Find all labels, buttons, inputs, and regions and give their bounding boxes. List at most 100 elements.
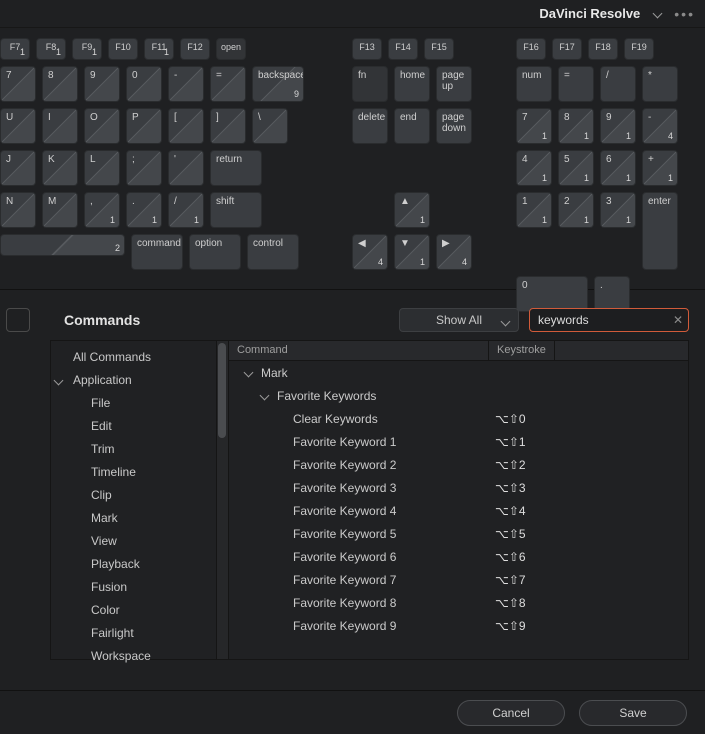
key--[interactable]: ▶4 <box>436 234 472 270</box>
filter-toggle-button[interactable] <box>6 308 30 332</box>
category-application[interactable]: Application <box>51 368 228 391</box>
command-row[interactable]: Favorite Keyword 4⌥⇧4 <box>229 499 688 522</box>
key-n[interactable]: N <box>0 192 36 228</box>
category-trim[interactable]: Trim <box>51 437 228 460</box>
command-row[interactable]: Favorite Keyword 5⌥⇧5 <box>229 522 688 545</box>
key--[interactable]: ,1 <box>84 192 120 228</box>
key-f7[interactable]: F71 <box>0 38 30 60</box>
key--[interactable]: = <box>210 66 246 102</box>
key-0[interactable]: 0 <box>516 276 588 312</box>
key-f19[interactable]: F19 <box>624 38 654 60</box>
key-delete[interactable]: delete <box>352 108 388 144</box>
scrollbar-track[interactable] <box>216 341 228 659</box>
key-9[interactable]: 9 <box>84 66 120 102</box>
key-f9[interactable]: F91 <box>72 38 102 60</box>
command-row[interactable]: Mark <box>229 361 688 384</box>
command-row[interactable]: Favorite Keyword 3⌥⇧3 <box>229 476 688 499</box>
key-f16[interactable]: F16 <box>516 38 546 60</box>
key--[interactable]: ▼1 <box>394 234 430 270</box>
key-backspace[interactable]: backspace9 <box>252 66 304 102</box>
save-button[interactable]: Save <box>579 700 687 726</box>
key-enter[interactable]: enter <box>642 192 678 270</box>
key-end[interactable]: end <box>394 108 430 144</box>
key--[interactable]: - <box>168 66 204 102</box>
key-5[interactable]: 51 <box>558 150 594 186</box>
key-f12[interactable]: F12 <box>180 38 210 60</box>
category-all-commands[interactable]: All Commands <box>51 345 228 368</box>
command-row[interactable]: Favorite Keyword 1⌥⇧1 <box>229 430 688 453</box>
category-dropdown[interactable]: Show All <box>399 308 519 332</box>
key-space[interactable]: 2 <box>0 234 125 256</box>
key-4[interactable]: 41 <box>516 150 552 186</box>
key-f14[interactable]: F14 <box>388 38 418 60</box>
category-color[interactable]: Color <box>51 598 228 621</box>
key-o[interactable]: O <box>84 108 120 144</box>
key--[interactable]: /1 <box>168 192 204 228</box>
key--[interactable]: = <box>558 66 594 102</box>
key--[interactable]: \ <box>252 108 288 144</box>
key-k[interactable]: K <box>42 150 78 186</box>
cancel-button[interactable]: Cancel <box>457 700 565 726</box>
key-page-down[interactable]: page down <box>436 108 472 144</box>
category-fusion[interactable]: Fusion <box>51 575 228 598</box>
command-row[interactable]: Favorite Keyword 7⌥⇧7 <box>229 568 688 591</box>
key--[interactable]: * <box>642 66 678 102</box>
key-open[interactable]: open <box>216 38 246 60</box>
command-row[interactable]: Favorite Keyword 9⌥⇧9 <box>229 614 688 637</box>
key-f18[interactable]: F18 <box>588 38 618 60</box>
key-j[interactable]: J <box>0 150 36 186</box>
key-home[interactable]: home <box>394 66 430 102</box>
key-8[interactable]: 8 <box>42 66 78 102</box>
key-6[interactable]: 61 <box>600 150 636 186</box>
key-fn[interactable]: fn <box>352 66 388 102</box>
search-input[interactable] <box>529 308 689 332</box>
column-keystroke[interactable]: Keystroke <box>489 341 555 360</box>
category-file[interactable]: File <box>51 391 228 414</box>
category-timeline[interactable]: Timeline <box>51 460 228 483</box>
category-clip[interactable]: Clip <box>51 483 228 506</box>
key--[interactable]: ◀4 <box>352 234 388 270</box>
key-0[interactable]: 0 <box>126 66 162 102</box>
key-l[interactable]: L <box>84 150 120 186</box>
command-row[interactable]: Favorite Keyword 8⌥⇧8 <box>229 591 688 614</box>
category-view[interactable]: View <box>51 529 228 552</box>
category-edit[interactable]: Edit <box>51 414 228 437</box>
key--[interactable]: ; <box>126 150 162 186</box>
key--[interactable]: .1 <box>126 192 162 228</box>
key-9[interactable]: 91 <box>600 108 636 144</box>
key-u[interactable]: U <box>0 108 36 144</box>
key-f13[interactable]: F13 <box>352 38 382 60</box>
key--[interactable]: ' <box>168 150 204 186</box>
category-workspace[interactable]: Workspace <box>51 644 228 667</box>
key-3[interactable]: 31 <box>600 192 636 228</box>
clear-search-icon[interactable]: ✕ <box>673 313 683 327</box>
key-i[interactable]: I <box>42 108 78 144</box>
command-row[interactable]: Favorite Keyword 2⌥⇧2 <box>229 453 688 476</box>
key-f17[interactable]: F17 <box>552 38 582 60</box>
key--[interactable]: ▲1 <box>394 192 430 228</box>
key-shift[interactable]: shift <box>210 192 262 228</box>
key-p[interactable]: P <box>126 108 162 144</box>
key-num[interactable]: num <box>516 66 552 102</box>
command-row[interactable]: Favorite Keywords <box>229 384 688 407</box>
key-f11[interactable]: F111 <box>144 38 174 60</box>
key--[interactable]: / <box>600 66 636 102</box>
command-row[interactable]: Clear Keywords⌥⇧0 <box>229 407 688 430</box>
category-mark[interactable]: Mark <box>51 506 228 529</box>
more-menu-icon[interactable]: ••• <box>674 6 695 22</box>
scrollbar-thumb[interactable] <box>218 343 226 438</box>
key-8[interactable]: 81 <box>558 108 594 144</box>
key-m[interactable]: M <box>42 192 78 228</box>
key-option[interactable]: option <box>189 234 241 270</box>
key--[interactable]: +1 <box>642 150 678 186</box>
category-playback[interactable]: Playback <box>51 552 228 575</box>
key-7[interactable]: 7 <box>0 66 36 102</box>
key-7[interactable]: 71 <box>516 108 552 144</box>
key--[interactable]: -4 <box>642 108 678 144</box>
category-panel[interactable]: All CommandsApplicationFileEditTrimTimel… <box>50 340 228 660</box>
key-return[interactable]: return <box>210 150 262 186</box>
key--[interactable]: [ <box>168 108 204 144</box>
key-f15[interactable]: F15 <box>424 38 454 60</box>
key-f10[interactable]: F10 <box>108 38 138 60</box>
key--[interactable]: . <box>594 276 630 312</box>
